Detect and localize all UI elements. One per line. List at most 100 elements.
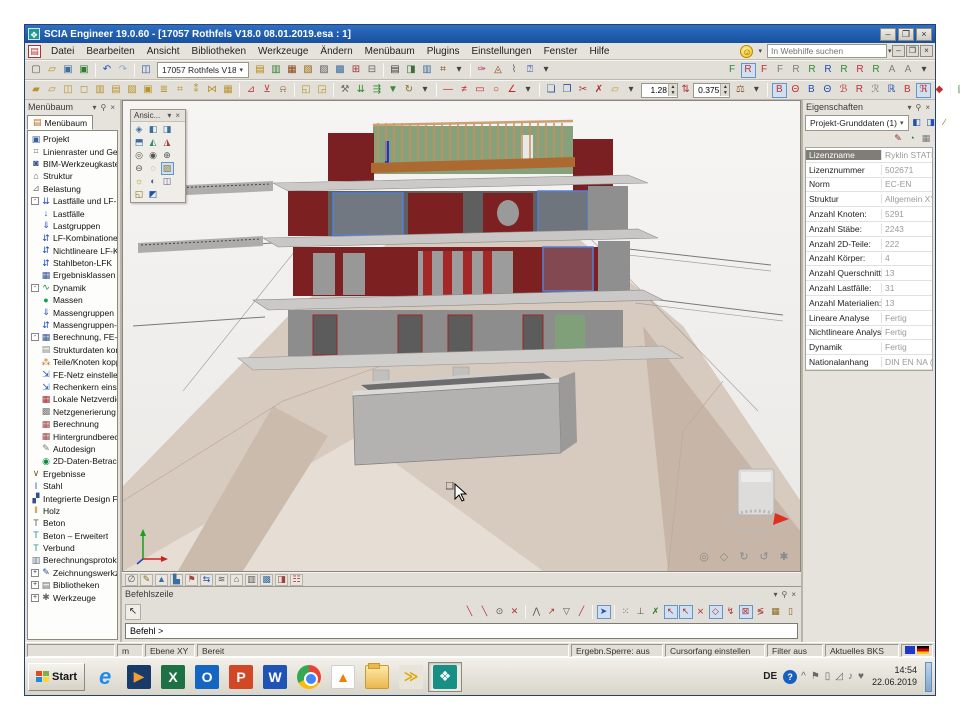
gallery-tables-icon[interactable]: ▨	[317, 63, 332, 78]
scale-factor-spinner[interactable]: ▲▼	[693, 83, 730, 98]
tree-item-holz[interactable]: ‖Holz	[29, 505, 117, 517]
tree-item-beton-erweitert[interactable]: TBeton – Erweitert	[29, 530, 117, 542]
property-row-lizenznummer[interactable]: Lizenznummer502671	[806, 163, 932, 178]
light-icon[interactable]: ☼	[133, 175, 146, 188]
engineering-report-icon[interactable]: ⊞	[349, 63, 364, 78]
menu-bibliotheken[interactable]: Bibliotheken	[186, 45, 252, 58]
surface-load-icon[interactable]: ▼	[386, 83, 401, 98]
circle-icon[interactable]: ○	[489, 83, 504, 98]
taskbar-scia-engineer-icon[interactable]: ❖	[428, 662, 462, 692]
property-row-anzahl-lastfälle[interactable]: Anzahl Lastfälle:31	[806, 281, 932, 296]
menu-fenster[interactable]: Fenster	[538, 45, 584, 58]
view-perspective-icon[interactable]: ◮	[161, 136, 174, 149]
modify-tool-icon[interactable]: ✗	[592, 83, 607, 98]
tree-expander-icon[interactable]: +	[31, 569, 39, 577]
taskbar-excel-icon[interactable]: X	[156, 662, 190, 692]
section-b2-icon[interactable]: Θ	[788, 83, 803, 98]
moment-load-icon[interactable]: ↻	[402, 83, 417, 98]
panel-dropdown-icon[interactable]: ▾	[771, 590, 779, 599]
view-params-icon[interactable]: ◩	[147, 188, 160, 201]
results-3d-icon[interactable]: R	[789, 63, 804, 78]
view-top-icon[interactable]: ⬒	[133, 136, 146, 149]
strip-texture-icon[interactable]: ▩	[260, 574, 273, 586]
line-load-icon[interactable]: ⇶	[370, 83, 385, 98]
info-icon[interactable]: ⍰	[523, 63, 538, 78]
results-code-icon[interactable]: A	[901, 63, 916, 78]
results-stress-icon[interactable]: F	[757, 63, 772, 78]
tree-item-beton[interactable]: TBeton	[29, 517, 117, 529]
spinner-down-icon[interactable]: ▼	[721, 90, 729, 96]
start-button[interactable]: Start	[28, 663, 85, 691]
rowA-more-icon[interactable]: ▾	[452, 63, 467, 78]
view-side-icon[interactable]: ◨	[161, 123, 174, 136]
tree-item-hintergrundberechn[interactable]: ▦Hintergrundberechn	[29, 430, 117, 442]
clock[interactable]: 14:54 22.06.2019	[868, 665, 921, 688]
subsoil-icon[interactable]: ◱	[299, 83, 314, 98]
nav-cube-icon[interactable]: ◇	[717, 550, 732, 565]
property-row-nationalanhang[interactable]: NationalanhangDIN EN NA (D...	[806, 355, 932, 370]
document-viewer-icon[interactable]: ▥	[420, 63, 435, 78]
strip-section-icon[interactable]: ☷	[290, 574, 303, 586]
panel-dropdown-icon[interactable]: ▾	[905, 103, 913, 112]
snap-node-icon[interactable]: ↖	[679, 605, 693, 619]
save-all-icon[interactable]: ▣	[77, 63, 92, 78]
property-row-struktur[interactable]: StrukturAllgemein XYZ	[806, 192, 932, 207]
tree-item-fe-netz-einstellen[interactable]: ⇲FE-Netz einstellen	[29, 368, 117, 380]
taskbar-remote-access-icon[interactable]: ≫	[394, 662, 428, 692]
gallery-drawings-icon[interactable]: ▥	[269, 63, 284, 78]
zoom-selection-icon[interactable]: ◌	[147, 162, 160, 175]
snap-table-icon[interactable]: ▦	[769, 605, 783, 619]
results-more-icon[interactable]: ▾	[917, 63, 932, 78]
undo-icon[interactable]: ↶	[100, 63, 115, 78]
tree-item-massengruppen-kon[interactable]: ⇵Massengruppen-Kon	[29, 319, 117, 331]
help-smiley-icon[interactable]: ☺	[740, 45, 753, 58]
tab-menubaum[interactable]: ▤ Menübaum	[27, 115, 93, 130]
properties-combo[interactable]: Projekt-Grunddaten (1) ▾	[805, 115, 909, 131]
property-row-anzahl-materialien[interactable]: Anzahl Materialien:13	[806, 296, 932, 311]
tree-item-lastgruppen[interactable]: ⇓Lastgruppen	[29, 220, 117, 232]
strip-chart-icon[interactable]: ▙	[170, 574, 183, 586]
tree-expander-icon[interactable]: -	[31, 333, 39, 341]
tree-item-nichtlineare-lf-komb[interactable]: ⇵Nichtlineare LF-Komb	[29, 245, 117, 257]
status-aktuelles-bks[interactable]: Aktuelles BKS	[825, 644, 899, 657]
snap-seg-icon[interactable]: ╱	[575, 605, 589, 619]
properties-combo-dropdown-icon[interactable]: ▾	[897, 119, 907, 127]
window-tile-icon[interactable]: ❐	[560, 83, 575, 98]
open-icon[interactable]: ▱	[45, 63, 60, 78]
nav-zoom-icon[interactable]: ◎	[697, 550, 712, 565]
tree-item-struktur[interactable]: ⌂Struktur	[29, 170, 117, 182]
prop-filter-icon[interactable]: ◧	[910, 116, 923, 129]
status-filter-aus[interactable]: Filter aus	[767, 644, 823, 657]
view-front-icon[interactable]: ◧	[147, 123, 160, 136]
snap-grid-icon[interactable]: ⁙	[619, 605, 633, 619]
close-button[interactable]: ×	[916, 28, 932, 41]
results-steel-icon[interactable]: R	[837, 63, 852, 78]
tree-item-dynamik[interactable]: -∿Dynamik	[29, 282, 117, 294]
render-mode-icon[interactable]: ▨	[161, 162, 174, 175]
snap-delete-icon[interactable]: ✕	[508, 605, 522, 619]
haunch-icon[interactable]: ⌗	[173, 83, 188, 98]
property-row-nichtlineare-analyse[interactable]: Nichtlineare AnalyseFertig	[806, 326, 932, 341]
taskbar-media-player-icon[interactable]: ▶	[122, 662, 156, 692]
scale-more-icon[interactable]: ▾	[749, 83, 764, 98]
strip-home-icon[interactable]: ⌂	[230, 574, 243, 586]
prop-edit-icon[interactable]: ∕	[938, 116, 951, 129]
taskbar-vlc-icon[interactable]: ▲	[326, 662, 360, 692]
tray-expand-icon[interactable]: ^	[801, 671, 806, 682]
hinge-icon[interactable]: ⍾	[276, 83, 291, 98]
check-structure-icon[interactable]: ◬	[491, 63, 506, 78]
snap-ortho-icon[interactable]: ⊥	[634, 605, 648, 619]
connect-members-icon[interactable]: ⌇	[507, 63, 522, 78]
folder-tool-icon[interactable]: ▱	[608, 83, 623, 98]
tree-item-rechenkern-einstelle[interactable]: ⇲Rechenkern einstelle	[29, 381, 117, 393]
section-b7-icon[interactable]: ℛ	[868, 83, 883, 98]
polyline-icon[interactable]: ≠	[457, 83, 472, 98]
opening-icon[interactable]: ▣	[141, 83, 156, 98]
angle-icon[interactable]: ∠	[505, 83, 520, 98]
wall-icon[interactable]: ▤	[109, 83, 124, 98]
menu-bearbeiten[interactable]: Bearbeiten	[80, 45, 140, 58]
command-input[interactable]	[126, 626, 797, 636]
taskbar-word-icon[interactable]: W	[258, 662, 292, 692]
view-axo-icon[interactable]: ◭	[147, 136, 160, 149]
minimize-button[interactable]: –	[880, 28, 896, 41]
